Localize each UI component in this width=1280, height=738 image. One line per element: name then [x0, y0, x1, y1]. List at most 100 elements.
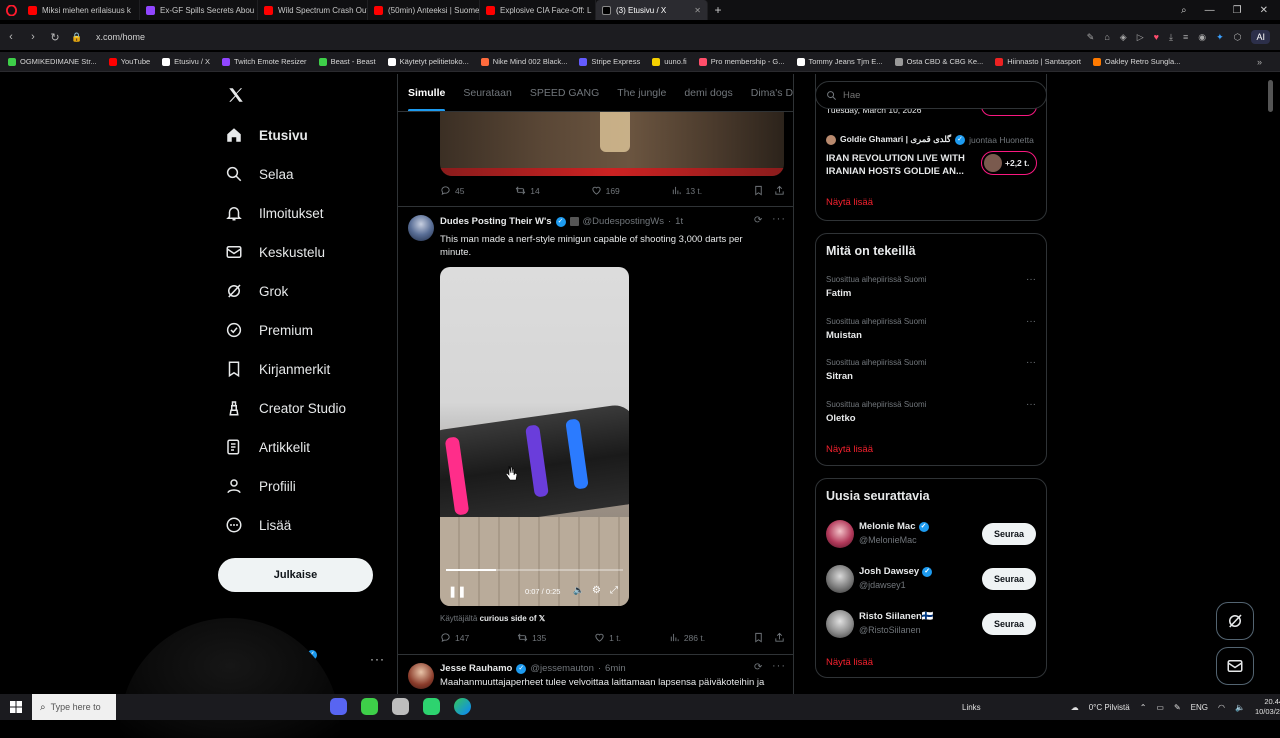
sidebar-item-premium[interactable]: Premium — [225, 321, 313, 339]
trend-more-icon[interactable]: ··· — [1026, 399, 1036, 410]
back-icon[interactable]: ‹ — [0, 31, 22, 43]
views-button[interactable]: 286 t. — [669, 632, 705, 643]
page-scrollbar[interactable] — [1268, 80, 1273, 112]
links-toolbar[interactable]: Links — [962, 703, 981, 712]
share-icon[interactable] — [774, 185, 785, 196]
search-box[interactable] — [815, 81, 1047, 109]
bookmark-item[interactable]: OGMIKEDIMANE Str... — [8, 57, 97, 66]
trend-item[interactable]: Suosittua aihepiirissä Suomi Fatim ··· — [816, 272, 1046, 312]
browser-tab[interactable]: Explosive CIA Face-Off: L — [480, 0, 596, 20]
trend-more-icon[interactable]: ··· — [1026, 357, 1036, 368]
host-name[interactable]: Goldie Ghamari | گلدی قمری — [840, 134, 951, 145]
tweet-author-avatar[interactable] — [408, 663, 434, 689]
menu-icon[interactable]: ≡ — [1183, 32, 1188, 42]
follow-suggestion[interactable]: Risto Siilanen🇫🇮 @RistoSiilanen Seuraa — [816, 607, 1046, 647]
sidebar-item-more[interactable]: Lisää — [225, 516, 291, 534]
bookmark-item[interactable]: Stripe Express — [579, 57, 640, 66]
follow-button[interactable]: Seuraa — [982, 523, 1036, 545]
like-button[interactable]: 169 — [591, 185, 620, 196]
windows-start-icon[interactable] — [0, 694, 32, 720]
repost-button[interactable]: 14 — [515, 185, 540, 196]
browser-tab[interactable]: Wild Spectrum Crash Out — [258, 0, 368, 20]
app-icon[interactable] — [423, 698, 440, 715]
grok-float-button[interactable] — [1216, 602, 1254, 640]
edge-icon[interactable] — [454, 698, 471, 715]
bookmark-item[interactable]: Oakley Retro Sungla... — [1092, 57, 1180, 66]
bookmark-item[interactable]: Etusivu / X — [162, 57, 210, 66]
sidebar-item-profile[interactable]: Profiili — [225, 477, 296, 495]
sidebar-item-messages[interactable]: Keskustelu — [225, 243, 325, 261]
tab-dimas-dist[interactable]: Dima's Dist — [751, 87, 793, 99]
tweet-author-name[interactable]: Dudes Posting Their W's — [440, 216, 552, 227]
tab-the-jungle[interactable]: The jungle — [617, 87, 666, 99]
wifi-icon[interactable]: ◠ — [1218, 703, 1225, 712]
new-tab-button[interactable]: + — [708, 3, 728, 17]
trend-more-icon[interactable]: ··· — [1026, 274, 1036, 285]
sidebar-item-notifications[interactable]: Ilmoitukset — [225, 204, 324, 222]
account-menu-icon[interactable]: ··· — [370, 652, 385, 666]
suggestion-avatar[interactable] — [826, 520, 854, 548]
lock-icon[interactable]: 🔒 — [66, 32, 88, 43]
search-tabs-icon[interactable]: ⌕ — [1181, 5, 1187, 16]
forward-icon[interactable]: › — [22, 31, 44, 43]
taskbar-search[interactable]: ⌕ Type here to — [32, 694, 116, 720]
sidebar-item-creator-studio[interactable]: Creator Studio — [225, 399, 346, 417]
extension-icon[interactable]: ✦ — [1216, 32, 1224, 43]
fullscreen-icon[interactable]: ⤢ — [610, 585, 618, 596]
trend-item[interactable]: Suosittua aihepiirissä Suomi Oletko ··· — [816, 397, 1046, 437]
tweet-author-handle[interactable]: @jessemauton — [530, 663, 594, 674]
heart-icon[interactable]: ♥ — [1154, 32, 1159, 42]
reload-icon[interactable]: ↻ — [44, 31, 66, 44]
tweet-more-icon[interactable]: ··· — [772, 660, 786, 672]
bookmarks-overflow-icon[interactable]: » — [1257, 57, 1262, 67]
tab-for-you[interactable]: Simulle — [408, 87, 446, 111]
opera-logo-icon[interactable] — [0, 0, 22, 20]
browser-tab[interactable]: Miksi miehen erilaisuus k — [22, 0, 140, 20]
search-input[interactable] — [843, 89, 1023, 101]
sidebar-item-home[interactable]: Etusivu — [225, 126, 308, 144]
bookmark-item[interactable]: Twitch Emote Resizer — [222, 57, 307, 66]
trend-item[interactable]: Suosittua aihepiirissä Suomi Sitran ··· — [816, 355, 1046, 395]
bookmark-item[interactable]: uuno.fi — [652, 57, 687, 66]
tab-demi-dogs[interactable]: demi dogs — [684, 87, 732, 99]
tray-chevron-icon[interactable]: ⌃ — [1140, 703, 1147, 712]
url-field[interactable]: x.com/home — [96, 32, 145, 42]
follow-button[interactable]: Seuraa — [982, 613, 1036, 635]
tweet-author-handle[interactable]: @DudespostingWs — [583, 216, 664, 227]
like-button[interactable]: 1 t. — [594, 632, 621, 643]
settings-icon[interactable]: ⚙ — [592, 585, 601, 596]
download-icon[interactable]: ⤓ — [1169, 32, 1173, 43]
sidebar-item-articles[interactable]: Artikkelit — [225, 438, 310, 456]
tweet-time[interactable]: 6min — [605, 663, 626, 674]
close-window-icon[interactable]: ✕ — [1260, 5, 1268, 16]
app-icon[interactable] — [361, 698, 378, 715]
language-indicator[interactable]: ENG — [1191, 703, 1208, 712]
bookmark-item[interactable]: Hiinnasto | Santasport — [995, 57, 1081, 66]
shield-icon[interactable]: ◈ — [1120, 32, 1127, 43]
messages-float-button[interactable] — [1216, 647, 1254, 685]
suggestion-avatar[interactable] — [826, 610, 854, 638]
share-icon[interactable] — [774, 632, 785, 643]
bookmark-item[interactable]: Osta CBD & CBG Ke... — [894, 57, 983, 66]
sidebar-item-bookmarks[interactable]: Kirjanmerkit — [225, 360, 330, 378]
pen-icon[interactable]: ✎ — [1174, 703, 1181, 712]
ai-button[interactable]: AI — [1251, 30, 1270, 44]
follow-button[interactable]: Seuraa — [982, 568, 1036, 590]
attribution-source[interactable]: curious side of 𝕏 — [480, 614, 546, 623]
grok-explain-icon[interactable]: ⟳ — [754, 662, 762, 673]
tweet[interactable]: Dudes Posting Their W's ✓ @DudespostingW… — [398, 207, 793, 653]
browser-tab[interactable]: Ex-GF Spills Secrets Abou — [140, 0, 258, 20]
trend-more-icon[interactable]: ··· — [1026, 316, 1036, 327]
video-progress-track[interactable] — [446, 569, 623, 571]
sidebar-item-grok[interactable]: Grok — [225, 282, 288, 300]
reply-button[interactable]: 45 — [440, 185, 464, 196]
previous-tweet-media[interactable] — [440, 112, 784, 176]
bookmark-item[interactable]: Pro membership - G... — [698, 57, 785, 66]
sidebar-item-explore[interactable]: Selaa — [225, 165, 294, 183]
close-tab-icon[interactable]: ✕ — [694, 6, 701, 15]
bookmark-item[interactable]: Tommy Jeans Tjm E... — [796, 57, 883, 66]
suggestion-avatar[interactable] — [826, 565, 854, 593]
edit-icon[interactable]: ✎ — [1087, 32, 1095, 43]
network-icon[interactable]: ▭ — [1156, 703, 1164, 712]
bookmark-item[interactable]: YouTube — [108, 57, 150, 66]
